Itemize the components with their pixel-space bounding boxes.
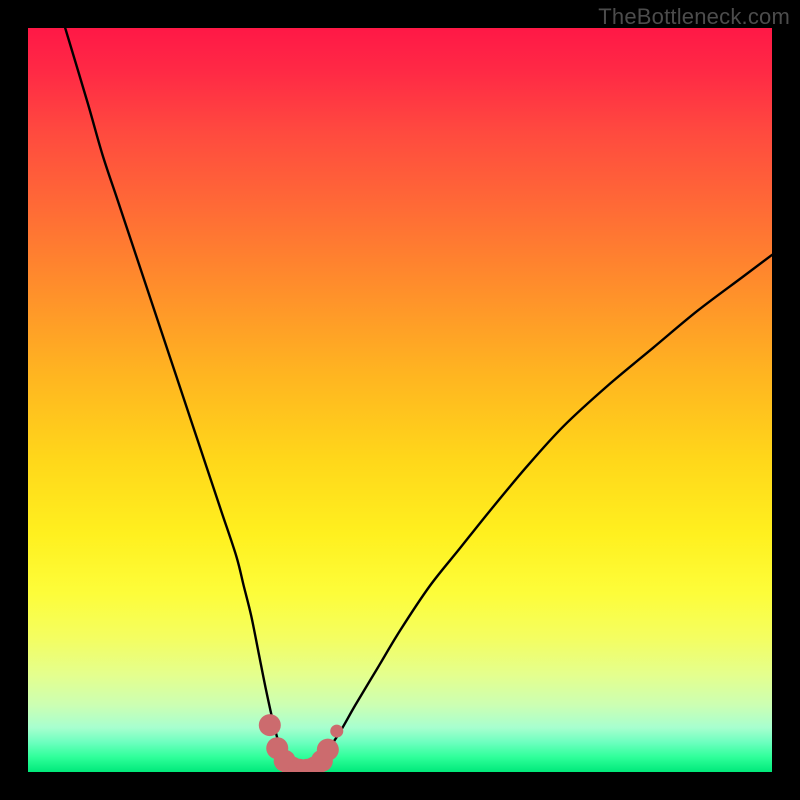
highlight-marker (330, 725, 343, 738)
highlight-markers-group (259, 714, 343, 772)
chart-frame: TheBottleneck.com (0, 0, 800, 800)
bottleneck-curve-svg (28, 28, 772, 772)
highlight-marker (259, 714, 281, 736)
watermark-text: TheBottleneck.com (598, 4, 790, 30)
bottleneck-curve-path (65, 28, 772, 769)
plot-area (28, 28, 772, 772)
highlight-marker (317, 739, 339, 761)
